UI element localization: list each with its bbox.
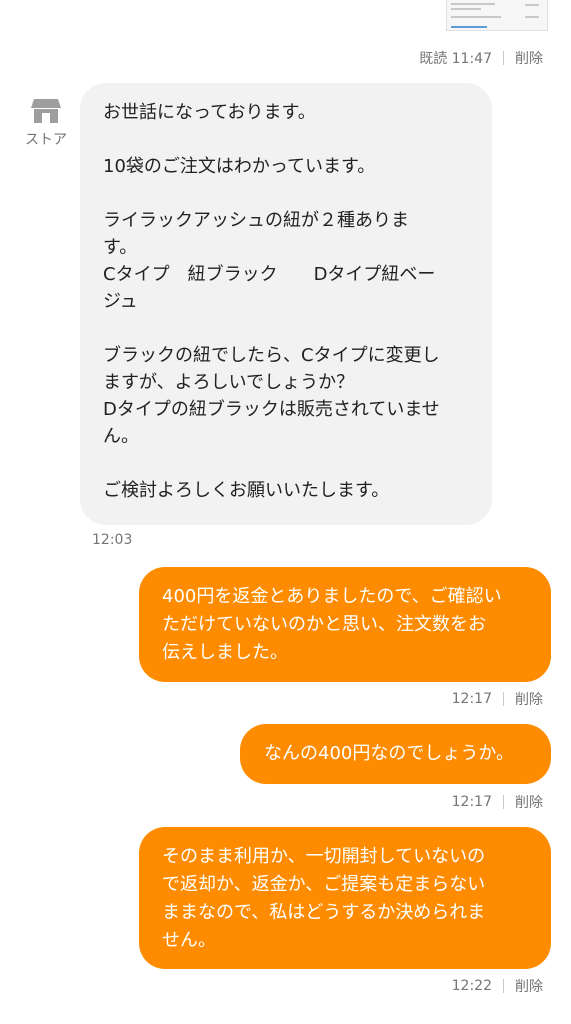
message-time: 12:17 [451,794,492,810]
incoming-message: お世話になっております。 10袋のご注文はわかっています。 ライラックアッシュの… [80,83,492,525]
message-meta: 12:17 削除 [452,792,543,812]
divider [503,979,504,993]
outgoing-message: 400円を返金とありましたので、ご確認い ただけていないのかと思い、注文数をお … [139,567,551,682]
message-meta: 既読 11:47 削除 [419,48,543,68]
message-meta: 12:22 削除 [452,976,543,996]
read-status: 既読 11:47 [419,51,492,67]
outgoing-message: なんの400円なのでしょうか。 [240,724,551,784]
delete-button[interactable]: 削除 [515,792,543,812]
outgoing-message: そのまま利用か、一切開封していないの で返却か、返金か、ご提案も定まらない まま… [139,827,551,969]
delete-button[interactable]: 削除 [515,976,543,996]
store-label: ストア [25,132,67,148]
delete-button[interactable]: 削除 [515,689,543,709]
store-avatar[interactable]: ストア [20,97,72,149]
divider [503,51,504,65]
divider [503,692,504,706]
message-time: 12:17 [451,691,492,707]
message-meta: 12:17 削除 [452,689,543,709]
message-time: 12:22 [451,978,492,994]
divider [503,795,504,809]
store-icon [31,99,61,123]
message-time: 12:03 [92,532,133,548]
delete-button[interactable]: 削除 [515,48,543,68]
attachment-thumbnail[interactable] [446,0,548,31]
